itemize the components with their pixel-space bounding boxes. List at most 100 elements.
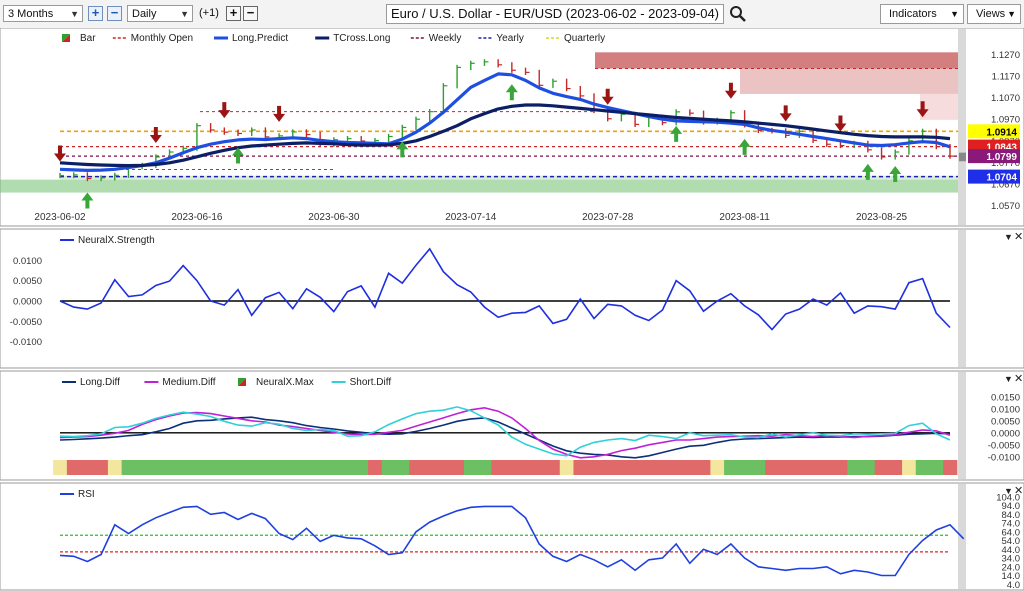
strength-panel-scrollbar	[958, 230, 966, 367]
neuralx-max-cell	[628, 460, 643, 475]
neuralx-max-cell	[888, 460, 903, 475]
neuralx-max-cell	[409, 460, 424, 475]
chevron-down-icon: ▼	[180, 9, 189, 19]
offset-label: (+1)	[199, 7, 219, 19]
neuralx-max-cell	[244, 460, 260, 475]
neuralx-max-cell	[135, 460, 150, 475]
rsi-axis-tick: 4.0	[1007, 580, 1020, 591]
toolbar: 3 Months ▼ + − Daily ▼ (+1) + − Euro / U.S…	[0, 0, 1024, 29]
neuralx-max-cell	[395, 460, 410, 475]
strength-axis-tick: -0.0100	[10, 337, 42, 348]
neuralx-max-cell	[422, 460, 438, 475]
neuralx-max-cell	[833, 460, 848, 475]
x-axis-date-label: 2023-07-14	[445, 212, 497, 223]
neuralx-max-cell	[819, 460, 835, 475]
interval-select[interactable]: Daily ▼	[127, 5, 193, 22]
x-axis-date-label: 2023-06-30	[308, 212, 360, 223]
neuralx-strength-panel[interactable]: ▼ ✕ 0.0100 0.0050 0.0000 -0.0050 -0.0100 Neural…	[0, 228, 1024, 369]
panel-title: RSI	[78, 489, 95, 500]
strength-panel-close-icon: ✕	[1014, 231, 1023, 243]
interval-value: Daily	[132, 8, 157, 20]
price-panel[interactable]: 1.12701.11701.10701.09701.08701.07701.06…	[0, 28, 1024, 227]
neuralx-max-cell	[66, 460, 82, 475]
neuralx-max-cell	[285, 460, 301, 475]
strength-axis-tick: 0.0100	[13, 256, 42, 267]
chart-area[interactable]: 1.12701.11701.10701.09701.08701.07701.06…	[0, 28, 1024, 591]
diff-panel-close-icon: ✕	[1014, 373, 1023, 385]
chevron-down-icon: ▼	[70, 9, 79, 19]
legend-label: NeuralX.Max	[256, 377, 314, 388]
neuralx-max-cell	[327, 460, 342, 475]
neuralx-max-cell	[162, 460, 177, 475]
support-zone	[0, 179, 958, 193]
offset-minus-button[interactable]: −	[243, 6, 258, 21]
neuralx-max-cell	[861, 460, 876, 475]
views-button[interactable]: Views ▼	[967, 4, 1021, 24]
neuralx-max-cell	[751, 460, 766, 475]
neuralx-max-cell	[737, 460, 752, 475]
neuralx-max-cell	[943, 460, 958, 475]
price-axis-tick: 1.0970	[991, 115, 1020, 126]
neuralx-max-cell	[272, 460, 287, 475]
neuralx-max-cell	[847, 460, 862, 475]
neuralx-max-cell	[217, 460, 232, 475]
legend-label: Medium.Diff	[162, 377, 215, 388]
neuralx-max-cell	[669, 460, 684, 475]
minus-icon: −	[110, 5, 119, 20]
legend-label: TCross.Long	[333, 33, 390, 44]
strength-panel-frame	[0, 228, 1024, 369]
diff-axis-tick: 0.0150	[991, 392, 1020, 403]
neuralx-max-cell	[231, 460, 246, 475]
neuralx-max-cell	[600, 460, 616, 475]
x-axis-date-label: 2023-06-02	[34, 212, 86, 223]
neuralx-max-cell	[641, 460, 657, 475]
panel-title: NeuralX.Strength	[78, 235, 155, 246]
neuralx-max-cell	[587, 460, 602, 475]
instrument-title[interactable]: Euro / U.S. Dollar - EUR/USD (2023-06-02…	[386, 4, 724, 24]
period-select[interactable]: 3 Months ▼	[3, 5, 83, 22]
neuralx-max-cell	[518, 460, 533, 475]
price-axis-tick: 1.1070	[991, 93, 1020, 104]
neuralx-max-cell	[313, 460, 328, 475]
price-axis-tick: 1.1270	[991, 50, 1020, 61]
chevron-down-icon: ▼	[950, 9, 959, 19]
plus-icon: +	[229, 5, 238, 20]
neuralx-max-cell	[505, 460, 520, 475]
indicators-button[interactable]: Indicators ▼	[880, 4, 964, 24]
price-axis-tick: 1.0570	[991, 201, 1020, 212]
diff-axis-tick: 0.0100	[991, 404, 1020, 415]
neuralx-max-cell	[765, 460, 780, 475]
neuralx-max-cell	[683, 460, 698, 475]
price-axis-tick: 1.1170	[992, 72, 1020, 83]
x-axis-date-label: 2023-06-16	[171, 212, 223, 223]
legend-label: Long.Diff	[80, 377, 120, 388]
legend-label: Yearly	[496, 33, 523, 44]
zoom-in-button[interactable]: +	[88, 6, 103, 21]
diff-axis-tick: -0.0100	[988, 452, 1020, 463]
price-label-text: 1.0914	[986, 127, 1017, 138]
legend-label: Quarterly	[564, 33, 605, 44]
rsi-panel[interactable]: ▼ ✕104.094.084.074.064.054.044.034.024.01…	[0, 482, 1024, 591]
diff-axis-tick: -0.0050	[988, 440, 1020, 451]
neuralx-max-cell	[258, 460, 273, 475]
neuralx-max-cell	[53, 460, 68, 475]
legend-label: Bar	[80, 33, 96, 44]
magnifier-icon[interactable]	[729, 5, 747, 23]
chevron-down-icon: ▼	[1007, 9, 1016, 19]
neuralx-max-cell	[614, 460, 629, 475]
neuralx-max-cell	[532, 460, 547, 475]
diff-panel[interactable]: ▼ ✕ 0.01500.01000.00500.0000-0.0050-0.0100…	[0, 370, 1024, 481]
strength-panel-collapse-icon: ▼	[1004, 232, 1013, 242]
neuralx-max-cell	[436, 460, 451, 475]
neuralx-max-cell	[655, 460, 670, 475]
period-value: 3 Months	[8, 8, 54, 20]
neuralx-max-cell	[381, 460, 396, 475]
neuralx-max-cell	[902, 460, 917, 475]
neuralx-max-cell	[778, 460, 794, 475]
neuralx-max-cell	[368, 460, 383, 475]
current-price-marker	[959, 152, 966, 162]
neuralx-max-cell	[203, 460, 218, 475]
neuralx-max-cell	[299, 460, 314, 475]
offset-plus-button[interactable]: +	[226, 6, 241, 21]
zoom-out-button[interactable]: −	[107, 6, 122, 21]
